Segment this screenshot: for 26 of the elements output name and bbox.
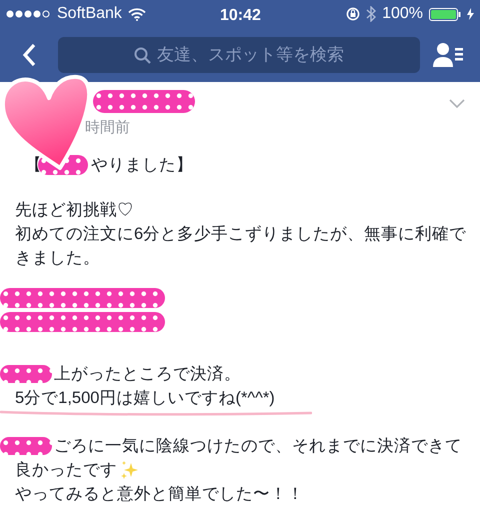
charging-icon [467, 8, 474, 20]
wifi-icon [128, 8, 146, 20]
post-text: ごろに一気に陰線つけたので、それまでに決済できて [54, 436, 462, 457]
post-text: 5分で1,500円は嬉しいですね(*^^*) [15, 388, 275, 409]
battery-icon [429, 8, 461, 20]
post-text: 初めての注文に6分と多少手こずりましたが、無事に利確で [15, 224, 466, 245]
post-heading: やりました】 [91, 155, 193, 176]
post-text: 先ほど初挑戦♡ [15, 200, 134, 221]
rotation-lock-icon [346, 7, 360, 21]
status-time: 10:42 [220, 6, 261, 26]
post-text: 上がったところで決済。 [54, 364, 241, 385]
search-field[interactable]: 友達、スポット等を検索 [58, 37, 420, 73]
sparkles-icon [119, 460, 139, 480]
battery-percent: 100% [382, 4, 423, 24]
post-text: やってみると意外と簡単でした〜！！ [15, 484, 304, 505]
search-icon [134, 46, 151, 64]
bluetooth-icon [366, 6, 376, 22]
post-time: 時間前 [85, 118, 130, 138]
carrier-name: SoftBank [57, 4, 122, 24]
back-icon [22, 43, 36, 67]
post-text: きました。 [15, 248, 100, 269]
chevron-down-icon [449, 99, 465, 108]
redaction-mark [0, 365, 52, 383]
post-text: 良かったです [15, 460, 117, 481]
signal-icon [6, 10, 52, 18]
redaction-mark [0, 437, 52, 455]
